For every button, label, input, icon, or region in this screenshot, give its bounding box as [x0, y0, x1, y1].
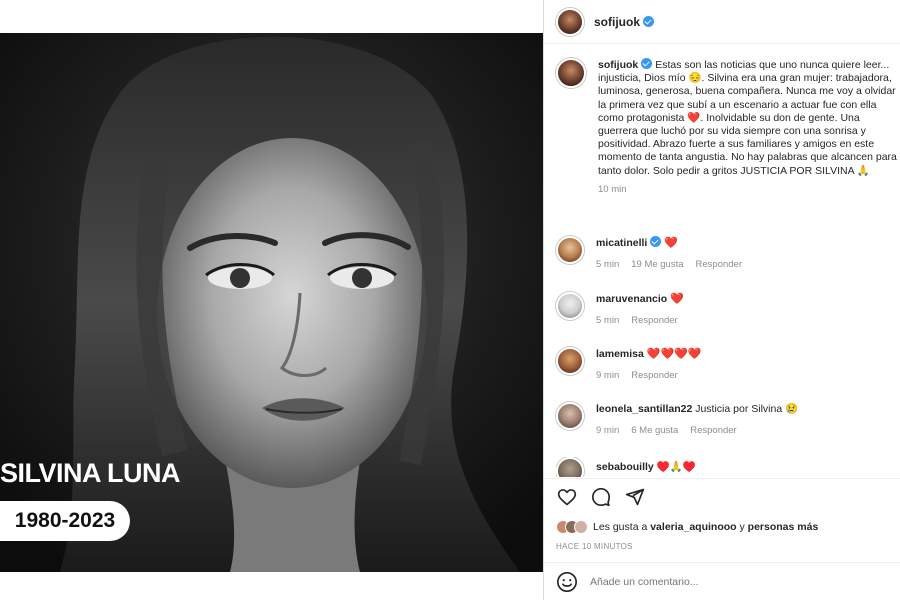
years-badge: 1980-2023 — [0, 501, 130, 541]
verified-badge-icon — [641, 58, 653, 69]
comment-text: ❤️ — [664, 237, 678, 249]
likes-others[interactable]: personas más — [748, 521, 819, 533]
comment-item: sebabouilly ♥️🙏♥️ — [556, 457, 900, 477]
likes-text: Les gusta a valeria_aquinooo y personas … — [593, 521, 818, 533]
share-button[interactable] — [624, 486, 646, 508]
caption-time: 10 min — [598, 183, 627, 195]
photo-bottom-margin — [0, 572, 543, 600]
liker-username[interactable]: valeria_aquinooo — [650, 521, 736, 533]
actions-divider — [544, 478, 900, 479]
reply-button[interactable]: Responder — [631, 370, 677, 381]
years-text: 1980-2023 — [14, 509, 116, 532]
comment-item: micatinelli ❤️ 5 min 19 Me gusta Responder — [556, 236, 900, 270]
comment-text: ♥️🙏♥️ — [656, 461, 696, 473]
memorial-name: SILVINA LUNA — [0, 458, 181, 488]
comment-button[interactable] — [590, 486, 612, 508]
comment-time: 5 min — [596, 259, 620, 270]
verified-badge-icon — [643, 16, 655, 27]
comment-username[interactable]: leonela_santillan22 — [596, 403, 692, 415]
likes-connector: y — [739, 521, 745, 533]
comment-text: ❤️❤️❤️❤️ — [646, 348, 702, 360]
comment-input[interactable] — [590, 575, 840, 588]
tribute-photo: SILVINA LUNA 1980-2023 — [0, 0, 543, 600]
comment-avatar[interactable] — [556, 236, 584, 264]
comment-avatar[interactable] — [556, 402, 584, 430]
post-panel: sofijuok sofijuok Estas son las noticias… — [544, 0, 900, 600]
comment-time: 9 min — [596, 370, 620, 381]
comment-username[interactable]: micatinelli — [596, 237, 647, 249]
comment-avatar[interactable] — [556, 292, 584, 320]
post-header: sofijuok — [544, 0, 900, 44]
comment-item: leonela_santillan22 Justicia por Silvina… — [556, 402, 900, 436]
caption-body-text: Estas son las noticias que uno nunca qui… — [598, 59, 897, 177]
comment-item: lamemisa ❤️❤️❤️❤️ 9 min Responder — [556, 347, 900, 381]
comment-likes[interactable]: 19 Me gusta — [631, 259, 683, 270]
add-comment-bar — [544, 562, 900, 600]
reply-button[interactable]: Responder — [696, 259, 742, 270]
comment-avatar[interactable] — [556, 347, 584, 375]
post-actions — [556, 486, 658, 508]
caption-text: sofijuok Estas son las noticias que uno … — [598, 58, 898, 178]
caption-username[interactable]: sofijuok — [598, 59, 638, 71]
heart-outline-icon — [557, 489, 577, 506]
comment-username[interactable]: maruvenancio — [596, 293, 667, 305]
likes-prefix: Les gusta a — [593, 521, 648, 533]
comment-likes[interactable]: 6 Me gusta — [631, 425, 678, 436]
comment-item: maruvenancio ❤️ 5 min Responder — [556, 292, 900, 326]
comment-text: ❤️ — [670, 293, 684, 305]
comment-text: Justicia por Silvina 😢 — [695, 403, 799, 415]
comment-username[interactable]: lamemisa — [596, 348, 644, 360]
verified-badge-icon — [650, 236, 662, 247]
photo-top-margin — [0, 0, 543, 33]
author-avatar[interactable] — [556, 7, 584, 36]
comment-username[interactable]: sebabouilly — [596, 461, 654, 473]
like-button[interactable] — [556, 486, 578, 508]
post-caption: sofijuok Estas son las noticias que uno … — [556, 58, 900, 195]
post-timestamp: HACE 10 MINUTOS — [556, 542, 633, 551]
portrait-image — [0, 33, 543, 572]
emoji-smile-icon[interactable] — [556, 571, 578, 593]
reply-button[interactable]: Responder — [631, 315, 677, 326]
header-username[interactable]: sofijuok — [594, 15, 640, 29]
comment-bubble-icon — [592, 488, 610, 507]
caption-avatar[interactable] — [556, 58, 586, 88]
comment-time: 9 min — [596, 425, 620, 436]
likes-summary[interactable]: Les gusta a valeria_aquinooo y personas … — [556, 520, 818, 534]
comment-avatar[interactable] — [556, 457, 584, 477]
liker-avatar — [574, 520, 588, 534]
share-send-icon — [625, 488, 645, 506]
comment-time: 5 min — [596, 315, 620, 326]
reply-button[interactable]: Responder — [690, 425, 736, 436]
